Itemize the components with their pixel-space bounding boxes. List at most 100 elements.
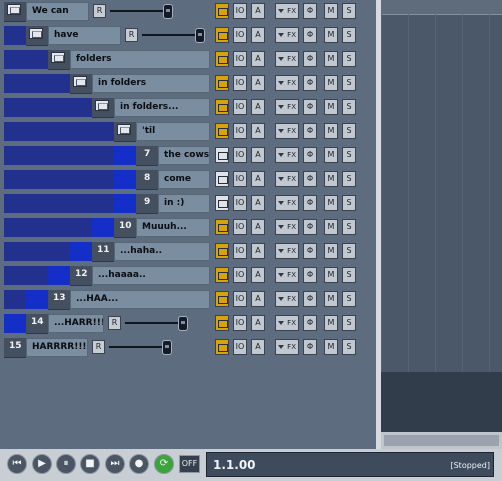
mute-button[interactable]: M xyxy=(324,99,338,115)
off-button[interactable]: OFF xyxy=(179,455,200,473)
mute-button[interactable]: M xyxy=(324,75,338,91)
record-input-icon[interactable] xyxy=(215,147,229,163)
phase-button[interactable]: Φ xyxy=(303,147,317,163)
io-button[interactable]: IO xyxy=(233,171,247,187)
timeline-ruler[interactable] xyxy=(381,0,502,15)
record-input-icon[interactable] xyxy=(215,267,229,283)
automation-button[interactable]: A xyxy=(251,3,265,19)
track-name[interactable]: in :) xyxy=(158,194,210,213)
solo-button[interactable]: S xyxy=(342,315,356,331)
mute-button[interactable]: M xyxy=(324,291,338,307)
record-input-icon[interactable] xyxy=(215,99,229,115)
track-name[interactable]: ...haaaa.. xyxy=(92,266,210,285)
mute-button[interactable]: M xyxy=(324,195,338,211)
volume-knob[interactable] xyxy=(195,28,205,43)
solo-button[interactable]: S xyxy=(342,219,356,235)
automation-button[interactable]: A xyxy=(251,123,265,139)
fx-button[interactable]: FX xyxy=(275,195,299,211)
fx-button[interactable]: FX xyxy=(275,243,299,259)
solo-button[interactable]: S xyxy=(342,171,356,187)
automation-button[interactable]: A xyxy=(251,51,265,67)
automation-button[interactable]: A xyxy=(251,219,265,235)
arrange-view[interactable] xyxy=(381,0,502,449)
folder-icon[interactable] xyxy=(73,76,87,87)
track-name[interactable]: have xyxy=(48,26,121,45)
fx-button[interactable]: FX xyxy=(275,75,299,91)
fx-button[interactable]: FX xyxy=(275,291,299,307)
io-button[interactable]: IO xyxy=(233,51,247,67)
track-name[interactable]: in folders... xyxy=(114,98,210,117)
phase-button[interactable]: Φ xyxy=(303,267,317,283)
mute-button[interactable]: M xyxy=(324,27,338,43)
solo-button[interactable]: S xyxy=(342,75,356,91)
mute-button[interactable]: M xyxy=(324,315,338,331)
io-button[interactable]: IO xyxy=(233,219,247,235)
solo-button[interactable]: S xyxy=(342,3,356,19)
automation-button[interactable]: A xyxy=(251,267,265,283)
record-arm-button[interactable]: R xyxy=(93,4,106,18)
phase-button[interactable]: Φ xyxy=(303,123,317,139)
phase-button[interactable]: Φ xyxy=(303,195,317,211)
mute-button[interactable]: M xyxy=(324,123,338,139)
fx-button[interactable]: FX xyxy=(275,339,299,355)
io-button[interactable]: IO xyxy=(233,27,247,43)
stop-button[interactable]: ■ xyxy=(80,454,100,474)
folder-icon[interactable] xyxy=(51,52,65,63)
io-button[interactable]: IO xyxy=(233,123,247,139)
fx-button[interactable]: FX xyxy=(275,51,299,67)
phase-button[interactable]: Φ xyxy=(303,27,317,43)
fx-button[interactable]: FX xyxy=(275,123,299,139)
io-button[interactable]: IO xyxy=(233,99,247,115)
pause-button[interactable]: ⏸ xyxy=(56,454,76,474)
record-input-icon[interactable] xyxy=(215,171,229,187)
io-button[interactable]: IO xyxy=(233,339,247,355)
io-button[interactable]: IO xyxy=(233,267,247,283)
fx-button[interactable]: FX xyxy=(275,147,299,163)
record-button[interactable]: ● xyxy=(129,454,149,474)
automation-button[interactable]: A xyxy=(251,243,265,259)
automation-button[interactable]: A xyxy=(251,195,265,211)
mute-button[interactable]: M xyxy=(324,51,338,67)
horizontal-scrollbar[interactable] xyxy=(381,432,502,449)
automation-button[interactable]: A xyxy=(251,75,265,91)
phase-button[interactable]: Φ xyxy=(303,75,317,91)
record-input-icon[interactable] xyxy=(215,315,229,331)
empty-arrange-area[interactable] xyxy=(381,372,502,432)
record-input-icon[interactable] xyxy=(215,3,229,19)
automation-button[interactable]: A xyxy=(251,171,265,187)
solo-button[interactable]: S xyxy=(342,195,356,211)
solo-button[interactable]: S xyxy=(342,123,356,139)
automation-button[interactable]: A xyxy=(251,315,265,331)
track-name[interactable]: HARRRR!!!! xyxy=(26,338,88,357)
solo-button[interactable]: S xyxy=(342,27,356,43)
track-name[interactable]: the cows xyxy=(158,146,210,165)
io-button[interactable]: IO xyxy=(233,75,247,91)
go-to-end-button[interactable]: ⏭ xyxy=(105,454,125,474)
fx-button[interactable]: FX xyxy=(275,219,299,235)
volume-knob[interactable] xyxy=(162,340,172,355)
fx-button[interactable]: FX xyxy=(275,171,299,187)
fx-button[interactable]: FX xyxy=(275,27,299,43)
mute-button[interactable]: M xyxy=(324,3,338,19)
mute-button[interactable]: M xyxy=(324,171,338,187)
folder-icon[interactable] xyxy=(7,4,21,15)
mute-button[interactable]: M xyxy=(324,219,338,235)
solo-button[interactable]: S xyxy=(342,291,356,307)
io-button[interactable]: IO xyxy=(233,291,247,307)
record-input-icon[interactable] xyxy=(215,195,229,211)
phase-button[interactable]: Φ xyxy=(303,51,317,67)
phase-button[interactable]: Φ xyxy=(303,339,317,355)
record-input-icon[interactable] xyxy=(215,75,229,91)
phase-button[interactable]: Φ xyxy=(303,291,317,307)
track-name[interactable]: We can xyxy=(26,2,89,21)
solo-button[interactable]: S xyxy=(342,51,356,67)
play-button[interactable]: ▶ xyxy=(32,454,52,474)
record-input-icon[interactable] xyxy=(215,51,229,67)
solo-button[interactable]: S xyxy=(342,147,356,163)
io-button[interactable]: IO xyxy=(233,315,247,331)
record-input-icon[interactable] xyxy=(215,243,229,259)
automation-button[interactable]: A xyxy=(251,27,265,43)
fx-button[interactable]: FX xyxy=(275,315,299,331)
io-button[interactable]: IO xyxy=(233,3,247,19)
fx-button[interactable]: FX xyxy=(275,99,299,115)
